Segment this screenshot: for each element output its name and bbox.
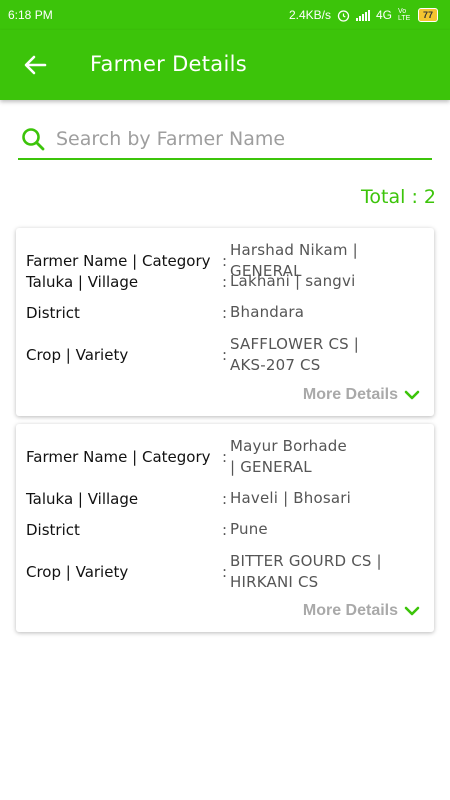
signal-icon — [355, 9, 370, 21]
row-label: Taluka | Village — [26, 272, 139, 291]
total-count: Total : 2 — [361, 186, 436, 208]
volte-badge: Vo LTE — [397, 8, 411, 22]
status-bar: 6:18 PM 2.4KB/s 4G Vo LTE 77 — [0, 0, 450, 30]
chevron-down-icon — [404, 606, 420, 616]
row-separator: : — [222, 563, 228, 581]
detail-row-taluka-village: Taluka | Village : Haveli | Bhosari — [26, 488, 426, 509]
row-label: Taluka | Village — [26, 489, 139, 508]
row-separator: : — [222, 252, 228, 270]
battery-icon: 77 — [417, 8, 438, 22]
search-bar[interactable] — [18, 120, 432, 160]
row-value: Haveli | Bhosari — [230, 489, 352, 507]
row-label: District — [26, 303, 80, 322]
row-value: Bhandara — [230, 303, 305, 321]
chevron-down-icon — [404, 390, 420, 400]
battery-level: 77 — [422, 10, 433, 20]
row-label: Crop | Variety — [26, 346, 129, 364]
row-separator: : — [222, 520, 228, 539]
row-separator: : — [222, 346, 228, 364]
more-details-button[interactable]: More Details — [303, 602, 420, 620]
more-details-label: More Details — [302, 386, 398, 403]
network-type: 4G — [375, 8, 392, 22]
row-value: SAFFLOWER CS | AKS-207 CS — [230, 335, 360, 374]
farmer-card[interactable]: Farmer Name | Category : Harshad Nikam |… — [16, 228, 434, 416]
row-label: Farmer Name | Category — [26, 252, 211, 270]
row-separator: : — [222, 489, 228, 508]
status-time: 6:18 PM — [8, 8, 53, 22]
row-separator: : — [222, 448, 228, 466]
row-value: BITTER GOURD CS | HIRKANI CS — [230, 552, 382, 591]
row-label: Crop | Variety — [26, 563, 129, 581]
detail-row-name-category: Farmer Name | Category : Mayur Borhade |… — [26, 436, 426, 478]
more-details-label: More Details — [302, 602, 398, 619]
status-speed: 2.4KB/s — [288, 8, 331, 22]
search-input[interactable] — [56, 128, 432, 150]
row-separator: : — [222, 272, 228, 291]
detail-row-district: District : Pune — [26, 519, 426, 540]
row-separator: : — [222, 303, 228, 322]
row-value: Mayur Borhade | GENERAL — [230, 437, 347, 476]
row-value: Pune — [230, 520, 268, 538]
status-icons: 2.4KB/s 4G Vo LTE 77 — [289, 8, 438, 22]
detail-row-crop-variety: Crop | Variety : SAFFLOWER CS | AKS-207 … — [26, 334, 426, 376]
alarm-icon — [337, 9, 350, 22]
row-label: Farmer Name | Category — [26, 448, 211, 466]
page-title: Farmer Details — [90, 52, 247, 76]
row-label: District — [26, 520, 80, 539]
farmer-card[interactable]: Farmer Name | Category : Mayur Borhade |… — [16, 424, 434, 632]
row-value: Lakhani | sangvi — [230, 272, 356, 290]
detail-row-taluka-village: Taluka | Village : Lakhani | sangvi — [26, 271, 426, 292]
detail-row-crop-variety: Crop | Variety : BITTER GOURD CS | HIRKA… — [26, 551, 426, 593]
back-arrow-icon[interactable] — [22, 52, 48, 78]
search-icon — [22, 128, 45, 151]
more-details-button[interactable]: More Details — [303, 386, 420, 404]
app-bar: Farmer Details — [0, 30, 450, 100]
detail-row-district: District : Bhandara — [26, 302, 426, 323]
